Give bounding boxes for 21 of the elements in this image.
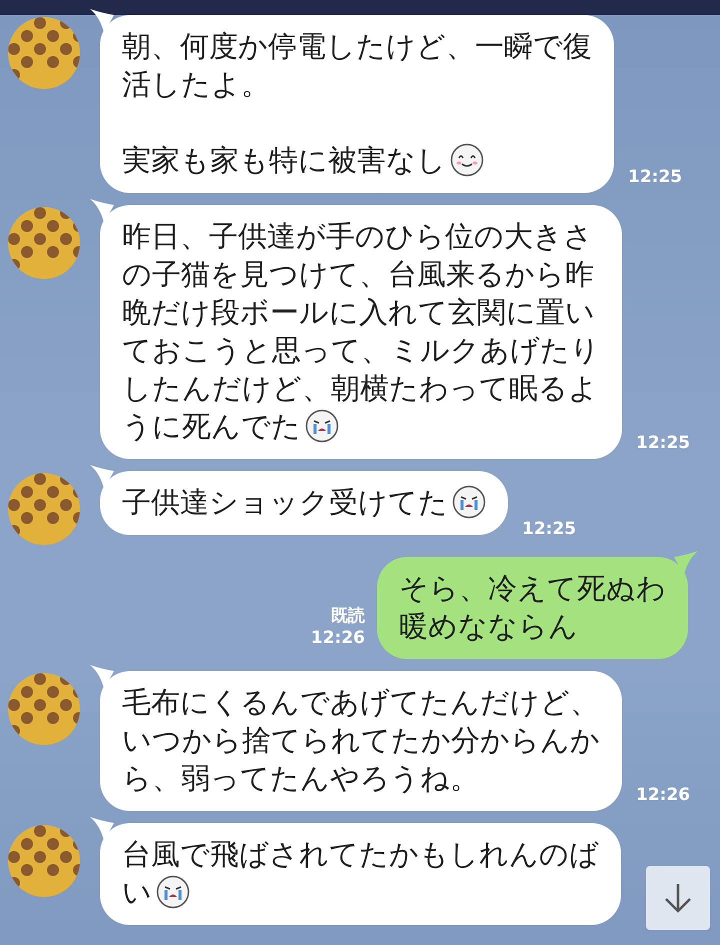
crying-face-icon bbox=[305, 409, 339, 443]
scroll-down-button[interactable] bbox=[646, 866, 710, 930]
message-text: 台風で飛ばされてたかもしれんのば bbox=[122, 836, 599, 873]
message-text: 子供達ショック受けてた bbox=[122, 484, 448, 521]
crying-face-icon bbox=[156, 875, 190, 909]
read-receipt: 既読 bbox=[331, 605, 365, 627]
message-text: 実家も家も特に被害なし bbox=[122, 142, 446, 179]
message-time: 12:25 bbox=[628, 167, 682, 187]
message-time: 12:26 bbox=[636, 785, 690, 805]
message-text: うに死んでた bbox=[122, 408, 301, 445]
smiling-face-icon bbox=[450, 143, 484, 177]
message-text: 毛布にくるんであげてたんだけど、 いつから捨てられてたか分からんか ら、弱ってたんやろうね。 bbox=[122, 684, 600, 797]
message-time: 12:25 bbox=[522, 519, 576, 539]
message-text: 朝、何度か停電したけど、一瞬で復 活したよ。 bbox=[122, 28, 592, 103]
message-time: 12:26 bbox=[310, 627, 365, 649]
message-time: 12:25 bbox=[636, 433, 690, 453]
crying-face-icon bbox=[452, 485, 486, 519]
message-text: そら、冷えて死ぬわ 暖めなならん bbox=[399, 570, 666, 645]
message-text: い bbox=[122, 874, 152, 911]
down-arrow-icon bbox=[663, 882, 693, 914]
message-text: 昨日、子供達が手のひら位の大きさ の子猫を見つけて、台風来るから昨 晩だけ段ボールに入れて玄関に置い ておこうと思って、ミルクあげたり したんだけど、朝横たわって眠るよ bbox=[122, 218, 600, 407]
